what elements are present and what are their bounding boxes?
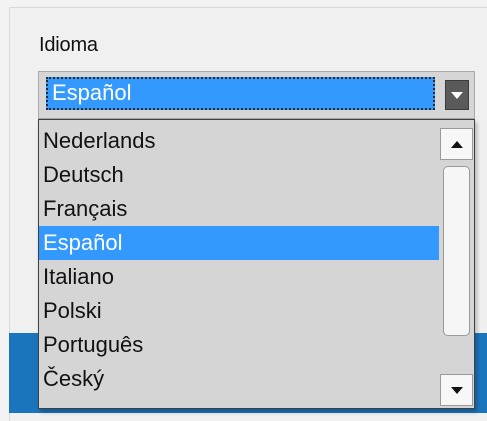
option-nederlands[interactable]: Nederlands xyxy=(39,124,439,158)
scroll-down-icon[interactable] xyxy=(440,374,473,406)
option-portugues[interactable]: Português xyxy=(39,328,439,362)
language-combobox[interactable]: Español xyxy=(38,71,475,119)
combobox-selected-value[interactable]: Español xyxy=(46,77,435,110)
option-francais[interactable]: Français xyxy=(39,192,439,226)
option-espanol[interactable]: Español xyxy=(39,226,439,260)
option-italiano[interactable]: Italiano xyxy=(39,260,439,294)
dropdown-scrollbar[interactable] xyxy=(440,128,473,406)
language-dropdown-list[interactable]: Nederlands Deutsch Français Español Ital… xyxy=(38,119,475,409)
option-cesky[interactable]: Český xyxy=(39,362,439,396)
option-deutsch[interactable]: Deutsch xyxy=(39,158,439,192)
scroll-up-icon[interactable] xyxy=(440,128,473,160)
language-label: Idioma xyxy=(39,34,98,56)
option-polski[interactable]: Polski xyxy=(39,294,439,328)
chevron-down-icon[interactable] xyxy=(445,80,469,110)
scroll-thumb[interactable] xyxy=(443,166,470,336)
